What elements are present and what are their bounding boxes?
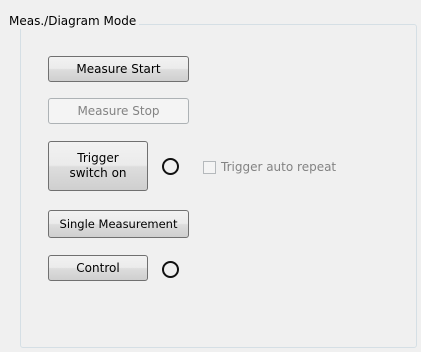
trigger-auto-repeat-checkbox[interactable] <box>203 160 216 174</box>
measure-stop-button[interactable]: Measure Stop <box>48 98 189 124</box>
trigger-label-line2: switch on <box>69 166 127 180</box>
single-measurement-button[interactable]: Single Measurement <box>48 210 189 238</box>
trigger-label-line1: Trigger <box>77 151 119 165</box>
trigger-button-label: Trigger switch on <box>69 151 126 181</box>
trigger-auto-repeat-option[interactable]: Trigger auto repeat <box>203 160 336 174</box>
trigger-status-led <box>162 158 179 175</box>
measure-start-button[interactable]: Measure Start <box>48 56 189 82</box>
trigger-switch-on-button[interactable]: Trigger switch on <box>48 141 148 191</box>
group-title: Meas./Diagram Mode <box>7 13 140 29</box>
control-button[interactable]: Control <box>48 255 148 281</box>
control-status-led <box>162 261 179 278</box>
trigger-auto-repeat-label: Trigger auto repeat <box>221 160 337 174</box>
